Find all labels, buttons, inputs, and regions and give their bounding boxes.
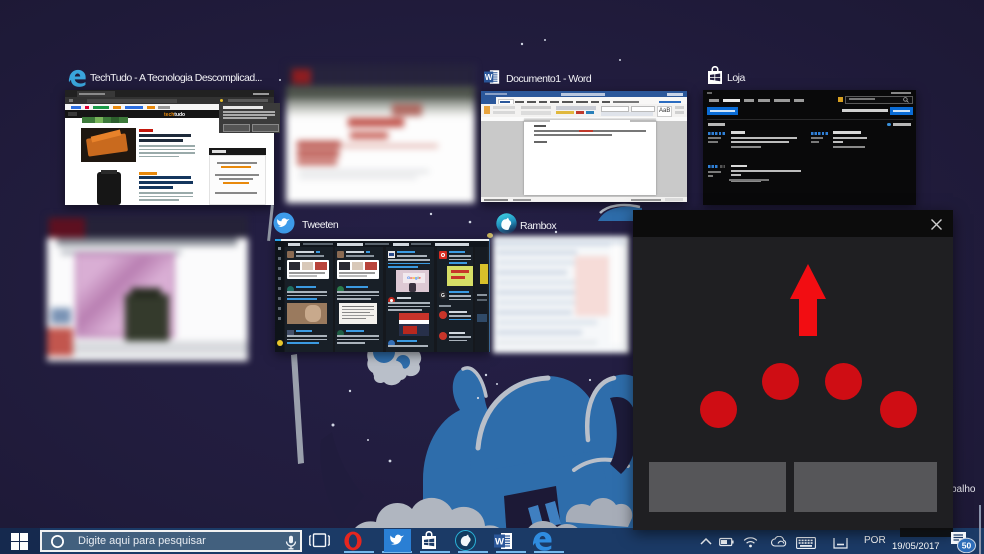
svg-text:50: 50 — [962, 541, 972, 551]
svg-text:W: W — [485, 73, 493, 82]
svg-text:W: W — [495, 537, 504, 548]
